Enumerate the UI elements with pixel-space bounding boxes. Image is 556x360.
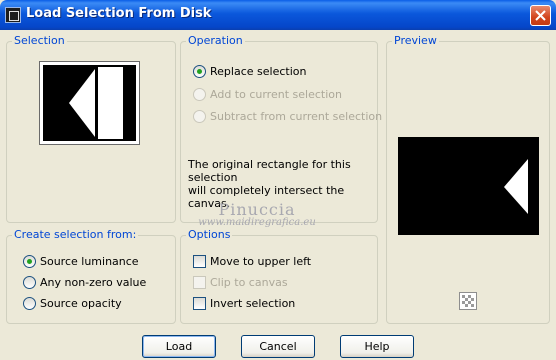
checkbox-indicator	[193, 276, 206, 289]
dialog-window: Load Selection From Disk Selection Opera…	[0, 0, 556, 360]
radio-indicator[interactable]	[23, 255, 36, 268]
watermark: Pinuccia www.maidiregrafica.eu	[182, 200, 332, 228]
selection-thumbnail[interactable]	[39, 61, 140, 145]
selection-group-label: Selection	[12, 34, 67, 47]
app-icon	[5, 7, 21, 23]
preview-shape	[504, 159, 528, 214]
close-button[interactable]	[530, 5, 551, 26]
cancel-button[interactable]: Cancel	[241, 335, 315, 358]
checkerboard-icon	[462, 295, 474, 307]
transparency-toggle-button[interactable]	[459, 292, 477, 310]
title-bar[interactable]: Load Selection From Disk	[0, 0, 556, 30]
radio-indicator	[193, 110, 206, 123]
checkbox-indicator[interactable]	[193, 297, 206, 310]
radio-indicator[interactable]	[193, 65, 206, 78]
watermark-url: www.maidiregrafica.eu	[198, 217, 316, 228]
close-icon	[535, 10, 546, 21]
preview-image	[398, 137, 539, 235]
checkbox-indicator[interactable]	[193, 255, 206, 268]
create-selection-group-label: Create selection from:	[12, 228, 139, 241]
radio-indicator[interactable]	[23, 276, 36, 289]
radio-indicator[interactable]	[23, 297, 36, 310]
help-button[interactable]: Help	[340, 335, 414, 358]
radio-indicator	[193, 88, 206, 101]
preview-group-label: Preview	[392, 34, 439, 47]
selection-shape	[69, 67, 125, 139]
window-title: Load Selection From Disk	[26, 6, 212, 21]
load-button[interactable]: Load	[142, 335, 216, 358]
options-group-label: Options	[186, 228, 233, 241]
operation-group-label: Operation	[186, 34, 245, 47]
